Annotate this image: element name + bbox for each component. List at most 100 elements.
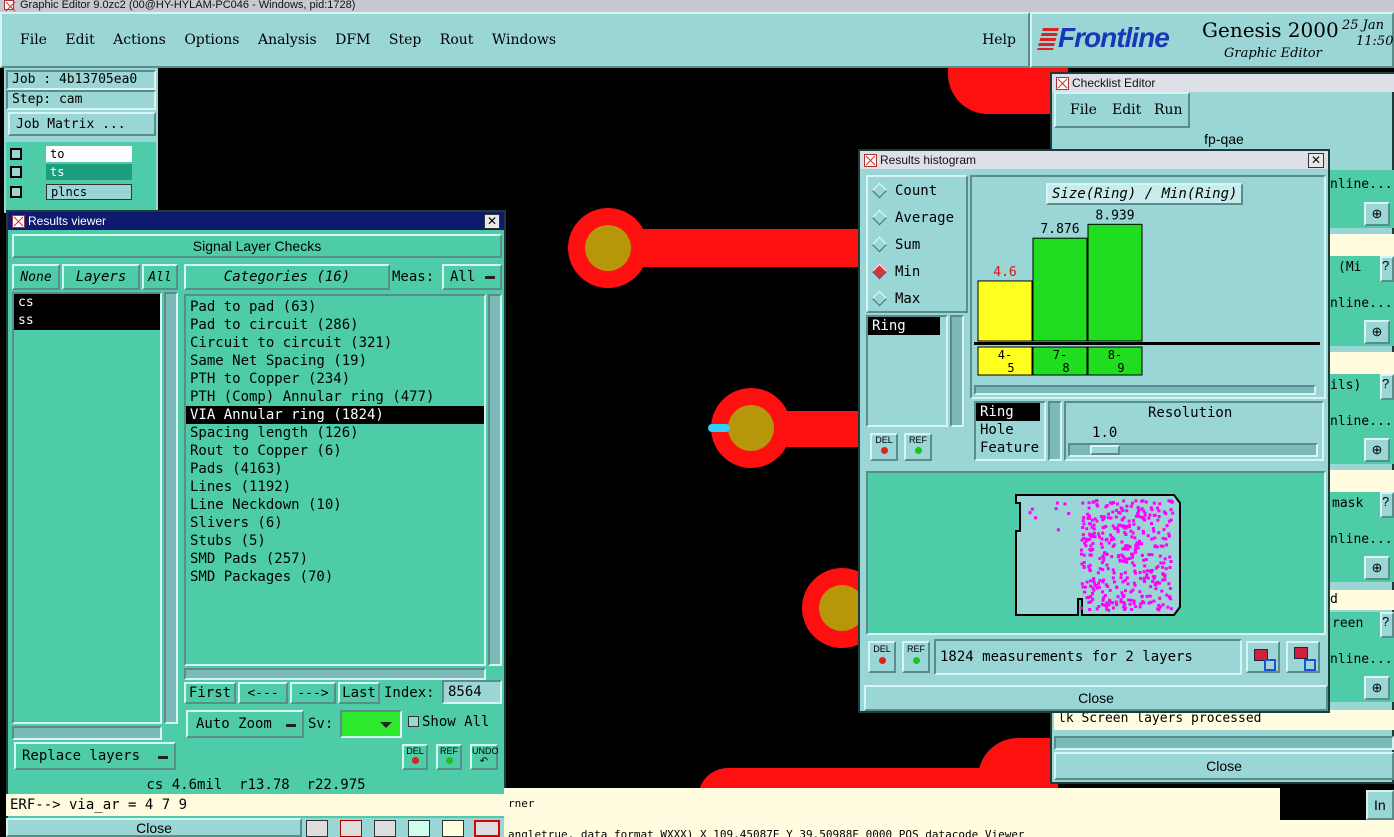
histogram-tool-icon[interactable] bbox=[474, 820, 500, 837]
resolution-slider[interactable] bbox=[1068, 443, 1318, 457]
zoom-icon[interactable]: ⊕ bbox=[1364, 438, 1390, 462]
hist-ref-button[interactable]: REF bbox=[904, 433, 932, 461]
param-list[interactable]: Ring Hole Feature bbox=[974, 401, 1046, 461]
board-preview[interactable] bbox=[866, 471, 1326, 635]
histogram-close-button[interactable]: Close bbox=[864, 685, 1328, 711]
category-item[interactable]: PTH to Copper (234) bbox=[186, 370, 484, 388]
meas-dropdown[interactable]: All bbox=[442, 264, 502, 290]
category-item[interactable]: Line Neckdown (10) bbox=[186, 496, 484, 514]
categories-button[interactable]: Categories (16) bbox=[184, 264, 390, 290]
ref-button[interactable]: REF bbox=[436, 744, 462, 770]
results-close-button[interactable]: Close bbox=[6, 818, 302, 837]
help-icon[interactable]: ? bbox=[1380, 256, 1394, 282]
category-item[interactable]: SMD Packages (70) bbox=[186, 568, 484, 586]
category-item[interactable]: Pad to pad (63) bbox=[186, 298, 484, 316]
histogram-bar[interactable] bbox=[1032, 237, 1088, 342]
checklist-hscrollbar[interactable] bbox=[1054, 736, 1394, 750]
undo-button[interactable]: UNDO ↶ bbox=[470, 744, 499, 770]
index-input[interactable]: 8564 bbox=[442, 680, 502, 704]
zoom-icon[interactable]: ⊕ bbox=[1364, 202, 1390, 226]
menu-file[interactable]: File bbox=[20, 32, 47, 48]
category-item[interactable]: Slivers (6) bbox=[186, 514, 484, 532]
replace-layers-dropdown[interactable]: Replace layers bbox=[14, 742, 176, 770]
zoom-icon[interactable]: ⊕ bbox=[1364, 556, 1390, 580]
checkbox-icon[interactable] bbox=[10, 186, 22, 198]
help-icon[interactable]: ? bbox=[1380, 374, 1394, 400]
category-item[interactable]: PTH (Comp) Annular ring (477) bbox=[186, 388, 484, 406]
chart-hscrollbar[interactable] bbox=[974, 385, 1316, 395]
menu-file[interactable]: File bbox=[1070, 102, 1097, 118]
checkbox-icon[interactable] bbox=[10, 166, 22, 178]
none-button[interactable]: None bbox=[12, 264, 60, 290]
first-button[interactable]: First bbox=[184, 682, 236, 704]
tool-icon[interactable] bbox=[408, 820, 430, 837]
show-all-checkbox[interactable] bbox=[408, 716, 419, 727]
zoom-in-board-icon[interactable] bbox=[1246, 641, 1280, 673]
mode-average[interactable]: Average bbox=[868, 204, 966, 231]
checkbox-icon[interactable] bbox=[10, 148, 22, 160]
menu-actions[interactable]: Actions bbox=[113, 32, 166, 48]
checklist-close-button[interactable]: Close bbox=[1054, 752, 1394, 780]
layer-row[interactable]: plncs bbox=[10, 184, 132, 200]
zoom-icon[interactable]: ⊕ bbox=[1364, 676, 1390, 700]
tool-icon[interactable] bbox=[306, 820, 328, 837]
job-matrix-button[interactable]: Job Matrix ... bbox=[8, 112, 156, 136]
layer-list-hscrollbar[interactable] bbox=[12, 726, 162, 740]
layer-list[interactable]: cs ss bbox=[12, 292, 162, 724]
menu-edit[interactable]: Edit bbox=[65, 32, 94, 48]
category-hscrollbar[interactable] bbox=[184, 668, 486, 680]
mode-min[interactable]: Min bbox=[868, 258, 966, 285]
menu-help[interactable]: Help bbox=[982, 32, 1016, 48]
sv-color-dropdown[interactable] bbox=[340, 710, 402, 738]
next-button[interactable]: ---> bbox=[290, 682, 336, 704]
slider-thumb[interactable] bbox=[1090, 445, 1120, 455]
hist-del-button[interactable]: DEL bbox=[870, 433, 898, 461]
menu-step[interactable]: Step bbox=[389, 32, 421, 48]
close-icon[interactable]: ✕ bbox=[1308, 153, 1324, 168]
del-button[interactable]: DEL bbox=[402, 744, 428, 770]
tool-icon[interactable] bbox=[340, 820, 362, 837]
list-item[interactable]: Hole bbox=[976, 421, 1044, 439]
layer-row[interactable]: to bbox=[10, 146, 132, 162]
help-icon[interactable]: ? bbox=[1380, 612, 1394, 638]
category-item[interactable]: Pad to circuit (286) bbox=[186, 316, 484, 334]
param-list-scrollbar[interactable] bbox=[1048, 401, 1062, 461]
prev-button[interactable]: <--- bbox=[238, 682, 288, 704]
bottom-right-button[interactable]: In bbox=[1366, 790, 1394, 820]
category-item[interactable]: Spacing length (126) bbox=[186, 424, 484, 442]
help-icon[interactable]: ? bbox=[1380, 492, 1394, 518]
histogram-bar[interactable] bbox=[977, 280, 1033, 342]
histogram-bar[interactable] bbox=[1087, 223, 1143, 342]
preview-del-button[interactable]: DEL bbox=[868, 641, 896, 673]
menu-options[interactable]: Options bbox=[184, 32, 239, 48]
list-item[interactable]: Ring bbox=[976, 403, 1040, 421]
menu-dfm[interactable]: DFM bbox=[335, 32, 370, 48]
tool-icon[interactable] bbox=[374, 820, 396, 837]
zoom-icon[interactable]: ⊕ bbox=[1364, 320, 1390, 344]
list-item[interactable]: Feature bbox=[976, 439, 1044, 457]
category-item[interactable]: SMD Pads (257) bbox=[186, 550, 484, 568]
category-scrollbar[interactable] bbox=[488, 294, 502, 666]
preview-ref-button[interactable]: REF bbox=[902, 641, 930, 673]
auto-zoom-dropdown[interactable]: Auto Zoom bbox=[186, 710, 304, 738]
menu-windows[interactable]: Windows bbox=[492, 32, 556, 48]
list-item[interactable]: Ring bbox=[868, 317, 940, 335]
menu-edit[interactable]: Edit bbox=[1112, 102, 1141, 118]
menu-rout[interactable]: Rout bbox=[440, 32, 474, 48]
category-item[interactable]: Pads (4163) bbox=[186, 460, 484, 478]
all-button[interactable]: All bbox=[142, 264, 178, 290]
tool-icon[interactable] bbox=[442, 820, 464, 837]
measure-list[interactable]: Ring bbox=[866, 315, 948, 427]
category-item[interactable]: Rout to Copper (6) bbox=[186, 442, 484, 460]
category-item[interactable]: VIA Annular ring (1824) bbox=[186, 406, 484, 424]
list-item[interactable]: cs bbox=[14, 294, 160, 312]
measure-list-scrollbar[interactable] bbox=[950, 315, 964, 427]
category-item[interactable]: Lines (1192) bbox=[186, 478, 484, 496]
mode-max[interactable]: Max bbox=[868, 285, 966, 312]
list-item[interactable]: ss bbox=[14, 312, 160, 330]
layers-button[interactable]: Layers bbox=[62, 264, 140, 290]
mode-sum[interactable]: Sum bbox=[868, 231, 966, 258]
category-item[interactable]: Stubs (5) bbox=[186, 532, 484, 550]
error-marker[interactable] bbox=[708, 424, 730, 432]
category-list[interactable]: Pad to pad (63) Pad to circuit (286) Cir… bbox=[184, 294, 486, 666]
